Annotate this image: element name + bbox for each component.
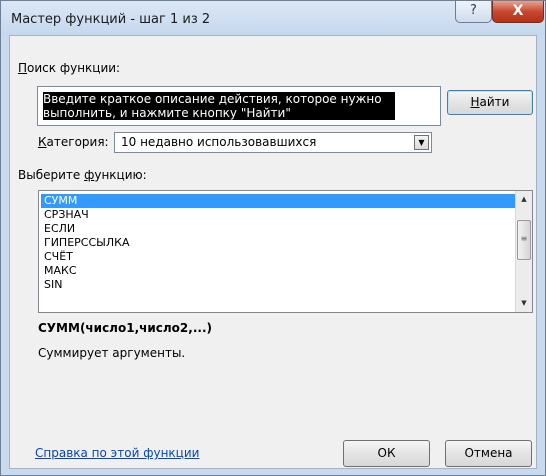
category-label-text: атегория: [46,135,109,149]
function-list-label-accel: ф [84,168,95,182]
category-label: Категория: [38,135,109,149]
function-help-link[interactable]: Справка по этой функции [35,446,199,460]
function-list-item[interactable]: МАКС [41,264,518,278]
function-list-scrollbar[interactable]: ▲ ≡ ▼ [515,191,532,312]
function-description: Суммирует аргументы. [38,346,186,360]
search-label-text: оиск функции: [27,61,121,75]
function-list-label-prefix: Выберите [18,168,85,182]
search-label-accel: П [18,61,28,75]
close-button[interactable]: X [492,1,544,23]
find-button-label: айти [479,95,510,109]
title-bar[interactable]: Мастер функций - шаг 1 из 2 ? X [1,1,545,35]
function-list-item[interactable]: ЕСЛИ [41,222,518,236]
function-list[interactable]: СУММ СРЗНАЧ ЕСЛИ ГИПЕРССЫЛКА СЧЁТ МАКС S… [38,190,533,313]
help-button[interactable]: ? [455,1,492,23]
function-list-item[interactable]: СРЗНАЧ [41,208,518,222]
function-list-item[interactable]: СУММ [41,194,518,208]
chevron-down-icon[interactable]: ▼ [414,135,429,150]
search-input-text: Введите краткое описание действия, котор… [43,92,395,120]
function-signature: СУММ(число1,число2,...) [38,321,212,335]
scroll-up-icon[interactable]: ▲ [516,191,532,208]
dialog-title: Мастер функций - шаг 1 из 2 [11,12,211,27]
cancel-button[interactable]: Отмена [445,440,532,467]
function-list-label-text: ункцию: [94,168,147,182]
function-list-label: Выберите функцию: [18,168,147,182]
dialog-window: Мастер функций - шаг 1 из 2 ? X Поиск фу… [0,0,546,476]
function-list-item[interactable]: СЧЁТ [41,250,518,264]
dialog-body: Поиск функции: Введите краткое описание … [9,35,537,469]
category-select[interactable]: 10 недавно использовавшихся ▼ [114,132,432,153]
search-input[interactable]: Введите краткое описание действия, котор… [37,86,441,126]
function-list-item[interactable]: ГИПЕРССЫЛКА [41,236,518,250]
search-label: Поиск функции: [18,61,120,75]
find-button[interactable]: Найти [447,90,533,115]
find-button-accel: Н [470,95,480,109]
scroll-thumb[interactable]: ≡ [517,220,531,260]
category-label-accel: К [38,135,47,149]
category-selected-value: 10 недавно использовавшихся [121,135,317,149]
function-list-item[interactable]: SIN [41,278,518,292]
ok-button[interactable]: ОК [343,440,430,467]
scroll-down-icon[interactable]: ▼ [516,295,532,312]
